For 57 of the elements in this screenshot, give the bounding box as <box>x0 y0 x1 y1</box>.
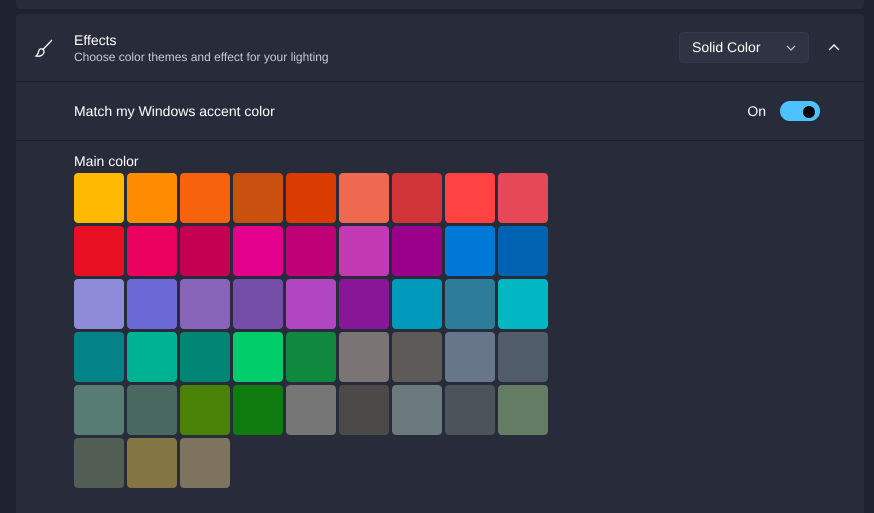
color-swatch[interactable] <box>498 226 548 276</box>
color-swatch[interactable] <box>498 279 548 329</box>
color-swatch[interactable] <box>392 279 442 329</box>
color-swatch[interactable] <box>233 173 283 223</box>
color-swatch[interactable] <box>127 332 177 382</box>
chevron-down-icon <box>786 44 796 50</box>
color-swatch[interactable] <box>445 385 495 435</box>
color-swatch[interactable] <box>233 332 283 382</box>
color-swatch[interactable] <box>286 173 336 223</box>
color-swatch[interactable] <box>233 385 283 435</box>
color-swatch[interactable] <box>74 438 124 488</box>
color-swatch[interactable] <box>180 438 230 488</box>
color-swatch[interactable] <box>180 279 230 329</box>
color-swatch[interactable] <box>180 173 230 223</box>
color-swatch[interactable] <box>392 226 442 276</box>
color-swatch[interactable] <box>180 226 230 276</box>
color-swatch[interactable] <box>286 332 336 382</box>
color-swatch[interactable] <box>127 385 177 435</box>
color-swatch[interactable] <box>445 173 495 223</box>
color-swatch[interactable] <box>74 279 124 329</box>
toggle-state-text: On <box>747 102 766 120</box>
color-swatch[interactable] <box>74 173 124 223</box>
color-swatch[interactable] <box>498 173 548 223</box>
paintbrush-icon <box>34 38 54 58</box>
color-swatch[interactable] <box>339 332 389 382</box>
color-swatch[interactable] <box>286 385 336 435</box>
color-swatch[interactable] <box>233 226 283 276</box>
color-swatch[interactable] <box>127 173 177 223</box>
color-swatch[interactable] <box>498 385 548 435</box>
color-swatch[interactable] <box>445 226 495 276</box>
color-swatch[interactable] <box>339 173 389 223</box>
color-swatch[interactable] <box>498 332 548 382</box>
setting-label: Match my Windows accent color <box>74 102 276 121</box>
color-swatch[interactable] <box>392 385 442 435</box>
color-swatch[interactable] <box>180 332 230 382</box>
color-swatch[interactable] <box>233 279 283 329</box>
color-swatch[interactable] <box>392 173 442 223</box>
color-swatch[interactable] <box>339 279 389 329</box>
color-swatch[interactable] <box>127 279 177 329</box>
color-swatch[interactable] <box>74 332 124 382</box>
color-swatch[interactable] <box>286 226 336 276</box>
color-swatch[interactable] <box>339 385 389 435</box>
color-swatch[interactable] <box>445 279 495 329</box>
color-swatch[interactable] <box>339 226 389 276</box>
section-title: Effects <box>74 30 118 48</box>
toggle-switch[interactable] <box>780 101 820 121</box>
color-swatch[interactable] <box>392 332 442 382</box>
color-swatch[interactable] <box>286 279 336 329</box>
color-swatch[interactable] <box>180 385 230 435</box>
effect-dropdown[interactable]: Solid Color <box>679 32 809 63</box>
main-color-label: Main color <box>74 152 140 171</box>
color-swatch[interactable] <box>74 385 124 435</box>
color-swatch[interactable] <box>74 226 124 276</box>
color-swatch[interactable] <box>127 226 177 276</box>
color-swatch[interactable] <box>127 438 177 488</box>
color-swatch[interactable] <box>445 332 495 382</box>
section-description: Choose color themes and effect for your lighting <box>74 48 330 64</box>
